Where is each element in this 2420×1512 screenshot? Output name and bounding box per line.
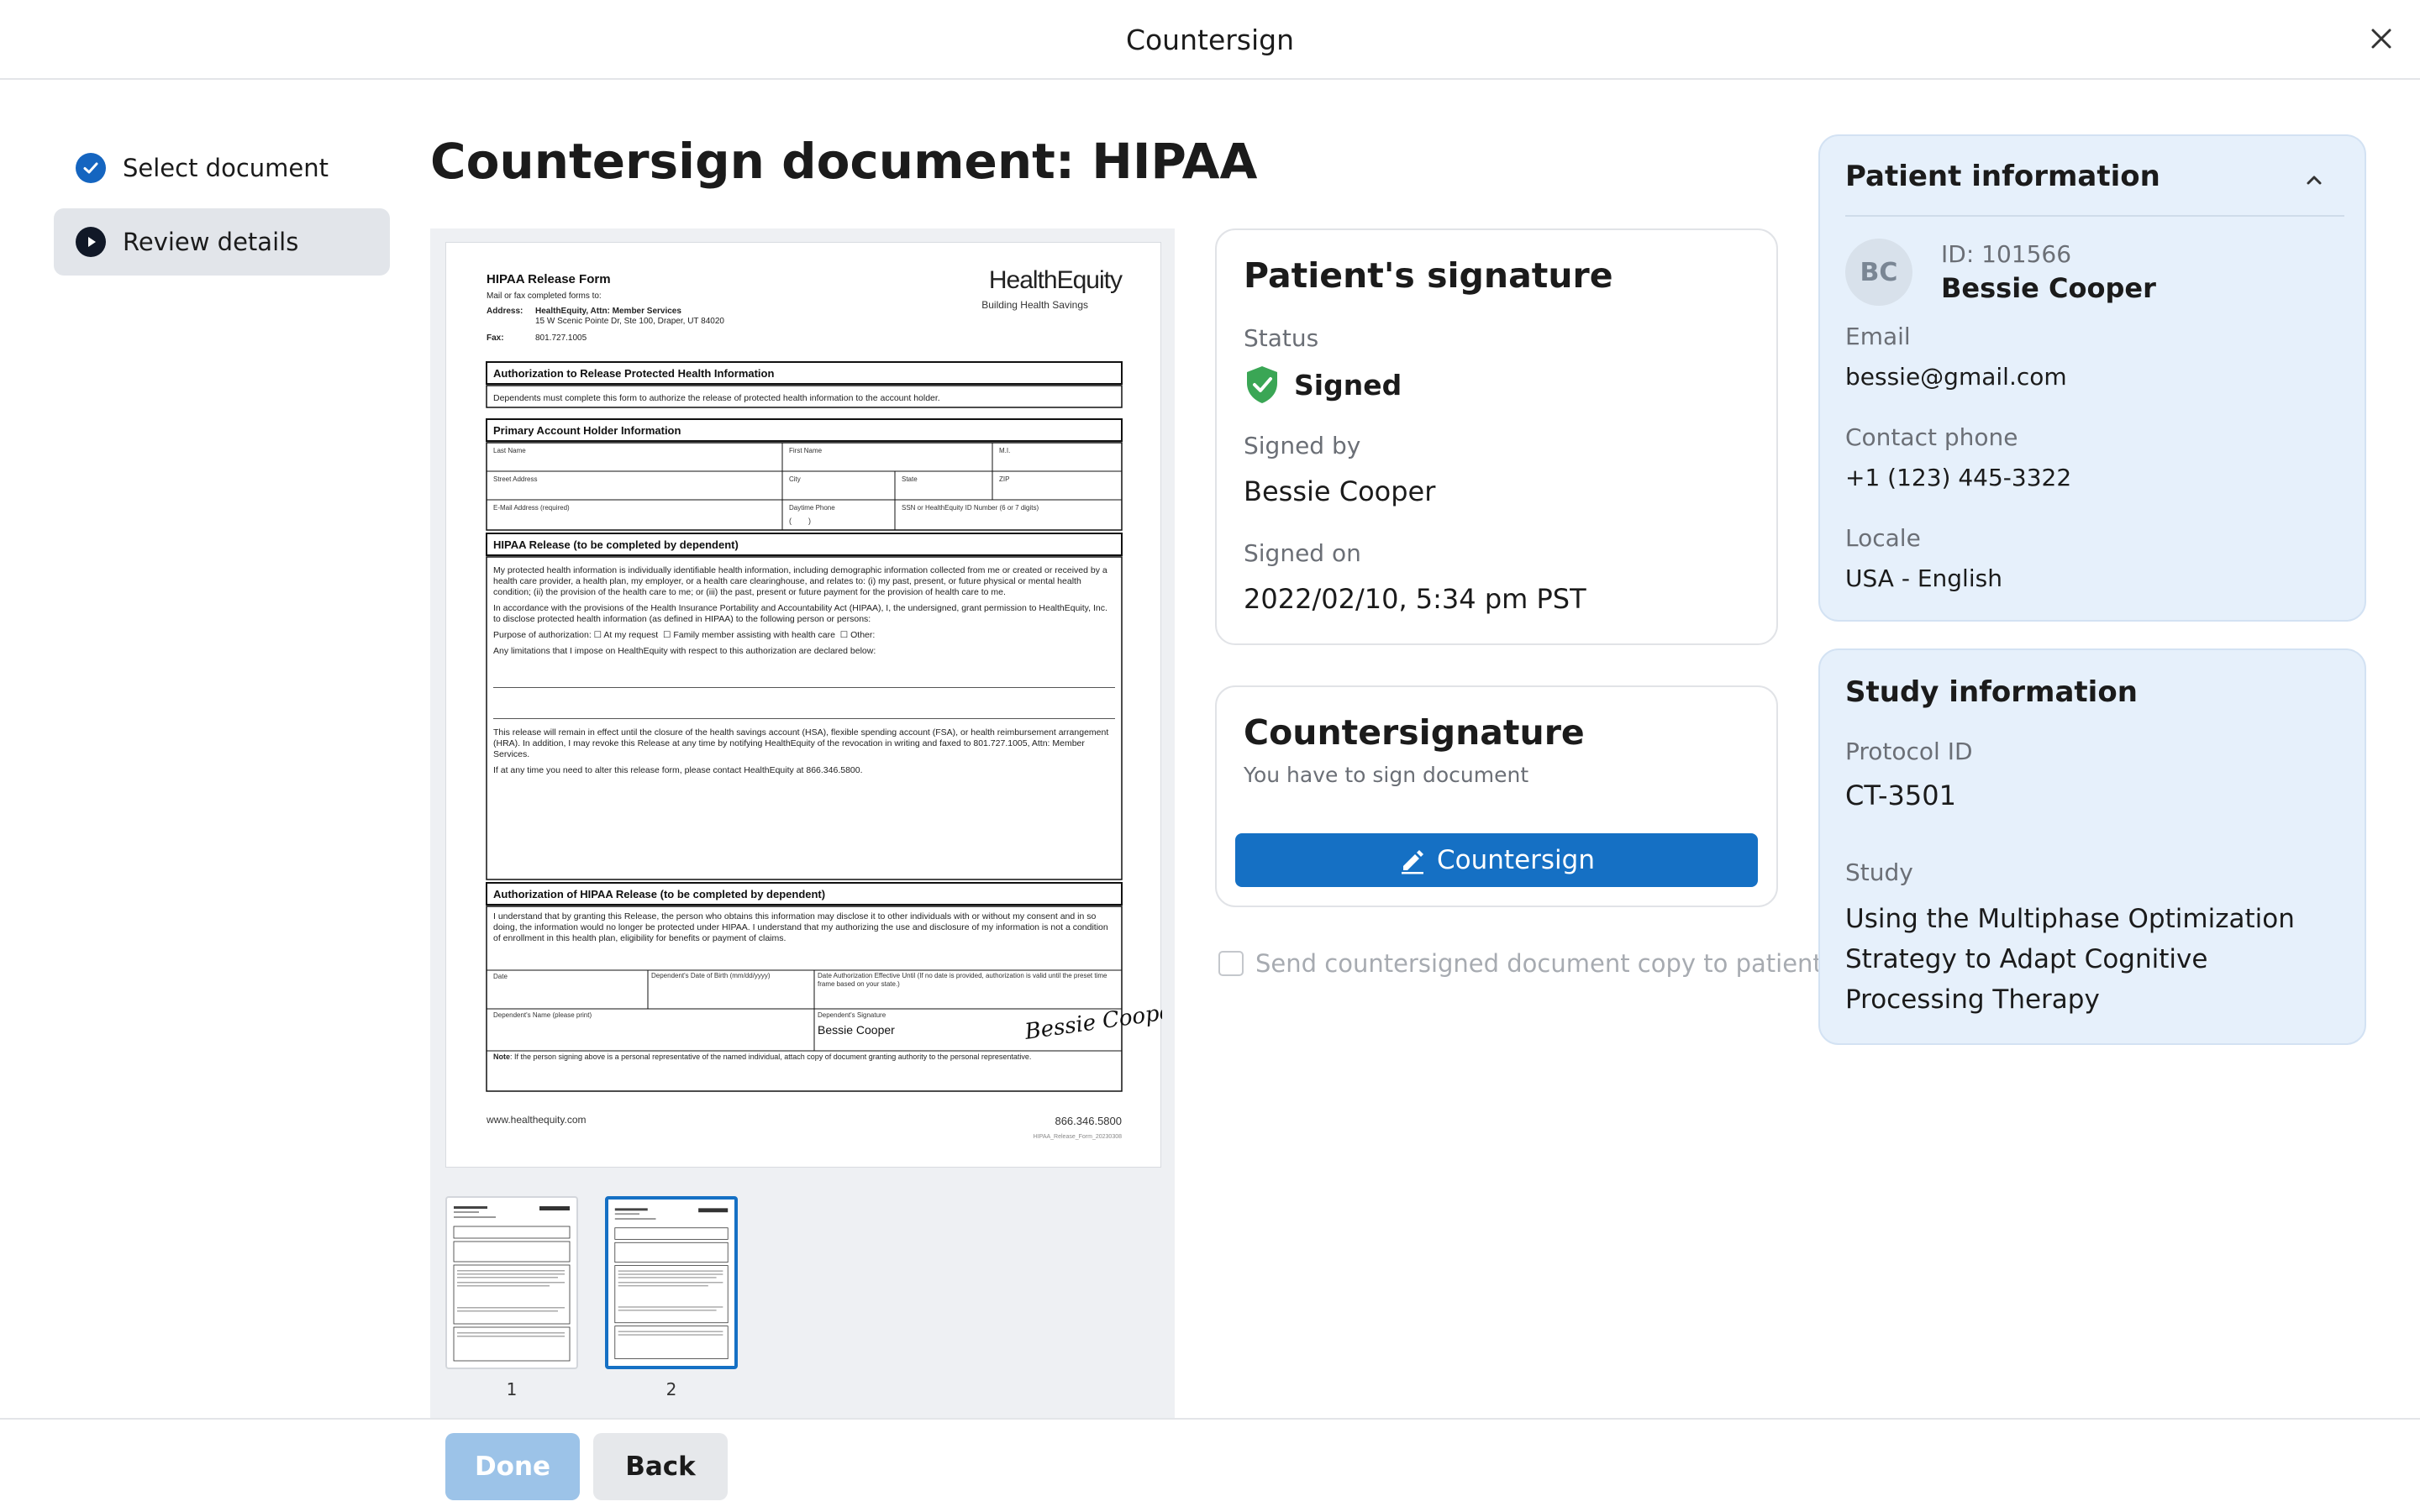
locale-label: Locale — [1845, 524, 1921, 552]
form-title: HIPAA Release Form — [487, 272, 611, 286]
close-icon[interactable] — [2365, 22, 2398, 55]
send-copy-checkbox[interactable] — [1218, 951, 1244, 976]
signer-name: Bessie Cooper — [818, 1023, 895, 1037]
svg-text:Dependents must complete this: Dependents must complete this form to au… — [493, 393, 940, 403]
step-select-document[interactable]: Select document — [54, 134, 390, 202]
study-value: Using the Multiphase Optimization Strate… — [1845, 904, 2295, 1015]
patient-info-panel: Patient information BC ID: 101566 Bessie… — [1818, 134, 2366, 622]
svg-text:Street Address: Street Address — [493, 475, 537, 483]
modal-footer: Done Back — [0, 1418, 2420, 1512]
page-thumbnail-2[interactable] — [605, 1196, 738, 1369]
patient-name: Bessie Cooper — [1941, 272, 2156, 304]
svg-text:State: State — [902, 475, 918, 483]
svg-text:Dependent's Signature: Dependent's Signature — [818, 1011, 886, 1019]
play-circle-icon — [76, 227, 106, 257]
modal-header: Countersign — [0, 0, 2420, 80]
svg-text:15 W Scenic Pointe Dr, Ste 100: 15 W Scenic Pointe Dr, Ste 100, Draper, … — [535, 317, 724, 326]
brand-logo: HealthEquity — [989, 266, 1123, 294]
countersign-button[interactable]: Countersign — [1235, 833, 1758, 887]
signed-by-value: Bessie Cooper — [1244, 475, 1436, 507]
modal-title: Countersign — [1125, 24, 1295, 56]
svg-text:SSN or HealthEquity ID Number: SSN or HealthEquity ID Number (6 or 7 di… — [902, 504, 1039, 512]
svg-text:Primary Account Holder Informa: Primary Account Holder Information — [493, 424, 681, 437]
avatar: BC — [1845, 239, 1912, 306]
patient-id: ID: 101566 — [1941, 240, 2072, 268]
panel-title: Patient information — [1845, 160, 2160, 193]
svg-text:City: City — [789, 475, 801, 483]
divider — [1845, 215, 2344, 217]
done-button[interactable]: Done — [445, 1433, 580, 1500]
protocol-value: CT-3501 — [1845, 780, 1956, 811]
page-title: Countersign document: HIPAA — [430, 133, 1258, 190]
back-button[interactable]: Back — [593, 1433, 728, 1500]
svg-text:Address:: Address: — [487, 307, 523, 316]
card-subtitle: You have to sign document — [1244, 763, 1529, 787]
protocol-label: Protocol ID — [1845, 738, 1973, 765]
svg-text:Dependent's Name (please print: Dependent's Name (please print) — [493, 1011, 592, 1019]
page-thumbnail-1[interactable] — [445, 1196, 578, 1369]
step-review-details[interactable]: Review details — [54, 208, 390, 276]
card-title: Countersignature — [1244, 712, 1585, 753]
thumbnail-number: 2 — [666, 1379, 677, 1399]
svg-text:Authorization to Release Prote: Authorization to Release Protected Healt… — [493, 367, 774, 380]
svg-text:866.346.5800: 866.346.5800 — [1055, 1115, 1122, 1127]
status-label: Status — [1244, 324, 1319, 352]
status-value: Signed — [1294, 368, 1402, 402]
document-render: HIPAA Release Form Mail or fax completed… — [486, 266, 1185, 1140]
brand-tagline: Building Health Savings — [981, 299, 1088, 311]
signed-on-value: 2022/02/10, 5:34 pm PST — [1244, 583, 1586, 615]
svg-text:Last Name: Last Name — [493, 447, 526, 454]
svg-text:Date: Date — [493, 973, 508, 980]
card-title: Patient's signature — [1244, 255, 1613, 296]
svg-text:801.727.1005: 801.727.1005 — [535, 333, 587, 343]
website: www.healthequity.com — [486, 1114, 587, 1126]
svg-text:Fax:: Fax: — [487, 333, 504, 343]
mail-line: Mail or fax completed forms to: — [487, 291, 602, 301]
email-value: bessie@gmail.com — [1845, 363, 2067, 391]
patient-signature-card: Patient's signature Status Signed Signed… — [1215, 228, 1778, 645]
status-badge: Signed — [1244, 365, 1402, 405]
study-info-panel: Study information Protocol ID CT-3501 St… — [1818, 648, 2366, 1045]
step-label: Select document — [123, 154, 329, 182]
chevron-up-icon[interactable] — [2302, 168, 2326, 192]
svg-text:( ): ( ) — [789, 517, 811, 525]
panel-title: Study information — [1845, 675, 2138, 709]
svg-text:E-Mail Address (required): E-Mail Address (required) — [493, 504, 570, 512]
svg-text:M.I.: M.I. — [999, 447, 1010, 454]
shield-check-icon — [1247, 366, 1277, 403]
check-circle-icon — [76, 153, 106, 183]
document-page[interactable]: HIPAA Release Form Mail or fax completed… — [445, 242, 1185, 1168]
svg-text:HIPAA_Release_Form_20230308: HIPAA_Release_Form_20230308 — [1034, 1134, 1122, 1140]
document-viewer[interactable]: HIPAA Release Form Mail or fax completed… — [430, 228, 1185, 1420]
send-copy-option[interactable]: Send countersigned document copy to pati… — [1218, 949, 1823, 978]
locale-value: USA - English — [1845, 564, 2002, 592]
send-copy-label: Send countersigned document copy to pati… — [1255, 949, 1823, 978]
svg-text:HIPAA Release (to be completed: HIPAA Release (to be completed by depend… — [493, 538, 739, 551]
study-label: Study — [1845, 858, 1913, 886]
pen-icon — [1402, 850, 1424, 874]
svg-text:HealthEquity, Attn: Member Ser: HealthEquity, Attn: Member Services — [535, 307, 681, 316]
phone-label: Contact phone — [1845, 423, 2018, 451]
thumbnail-number: 1 — [506, 1379, 518, 1399]
svg-text:Daytime Phone: Daytime Phone — [789, 504, 835, 512]
signed-on-label: Signed on — [1244, 539, 1361, 567]
svg-text:Authorization of HIPAA Release: Authorization of HIPAA Release (to be co… — [493, 888, 825, 900]
countersignature-card: Countersignature You have to sign docume… — [1215, 685, 1778, 907]
email-label: Email — [1845, 323, 1911, 350]
signed-by-label: Signed by — [1244, 432, 1361, 459]
countersign-button-label: Countersign — [1437, 845, 1595, 875]
svg-text:First Name: First Name — [789, 447, 823, 454]
phone-value: +1 (123) 445-3322 — [1845, 464, 2072, 491]
step-label: Review details — [123, 228, 299, 256]
svg-text:ZIP: ZIP — [999, 475, 1009, 483]
